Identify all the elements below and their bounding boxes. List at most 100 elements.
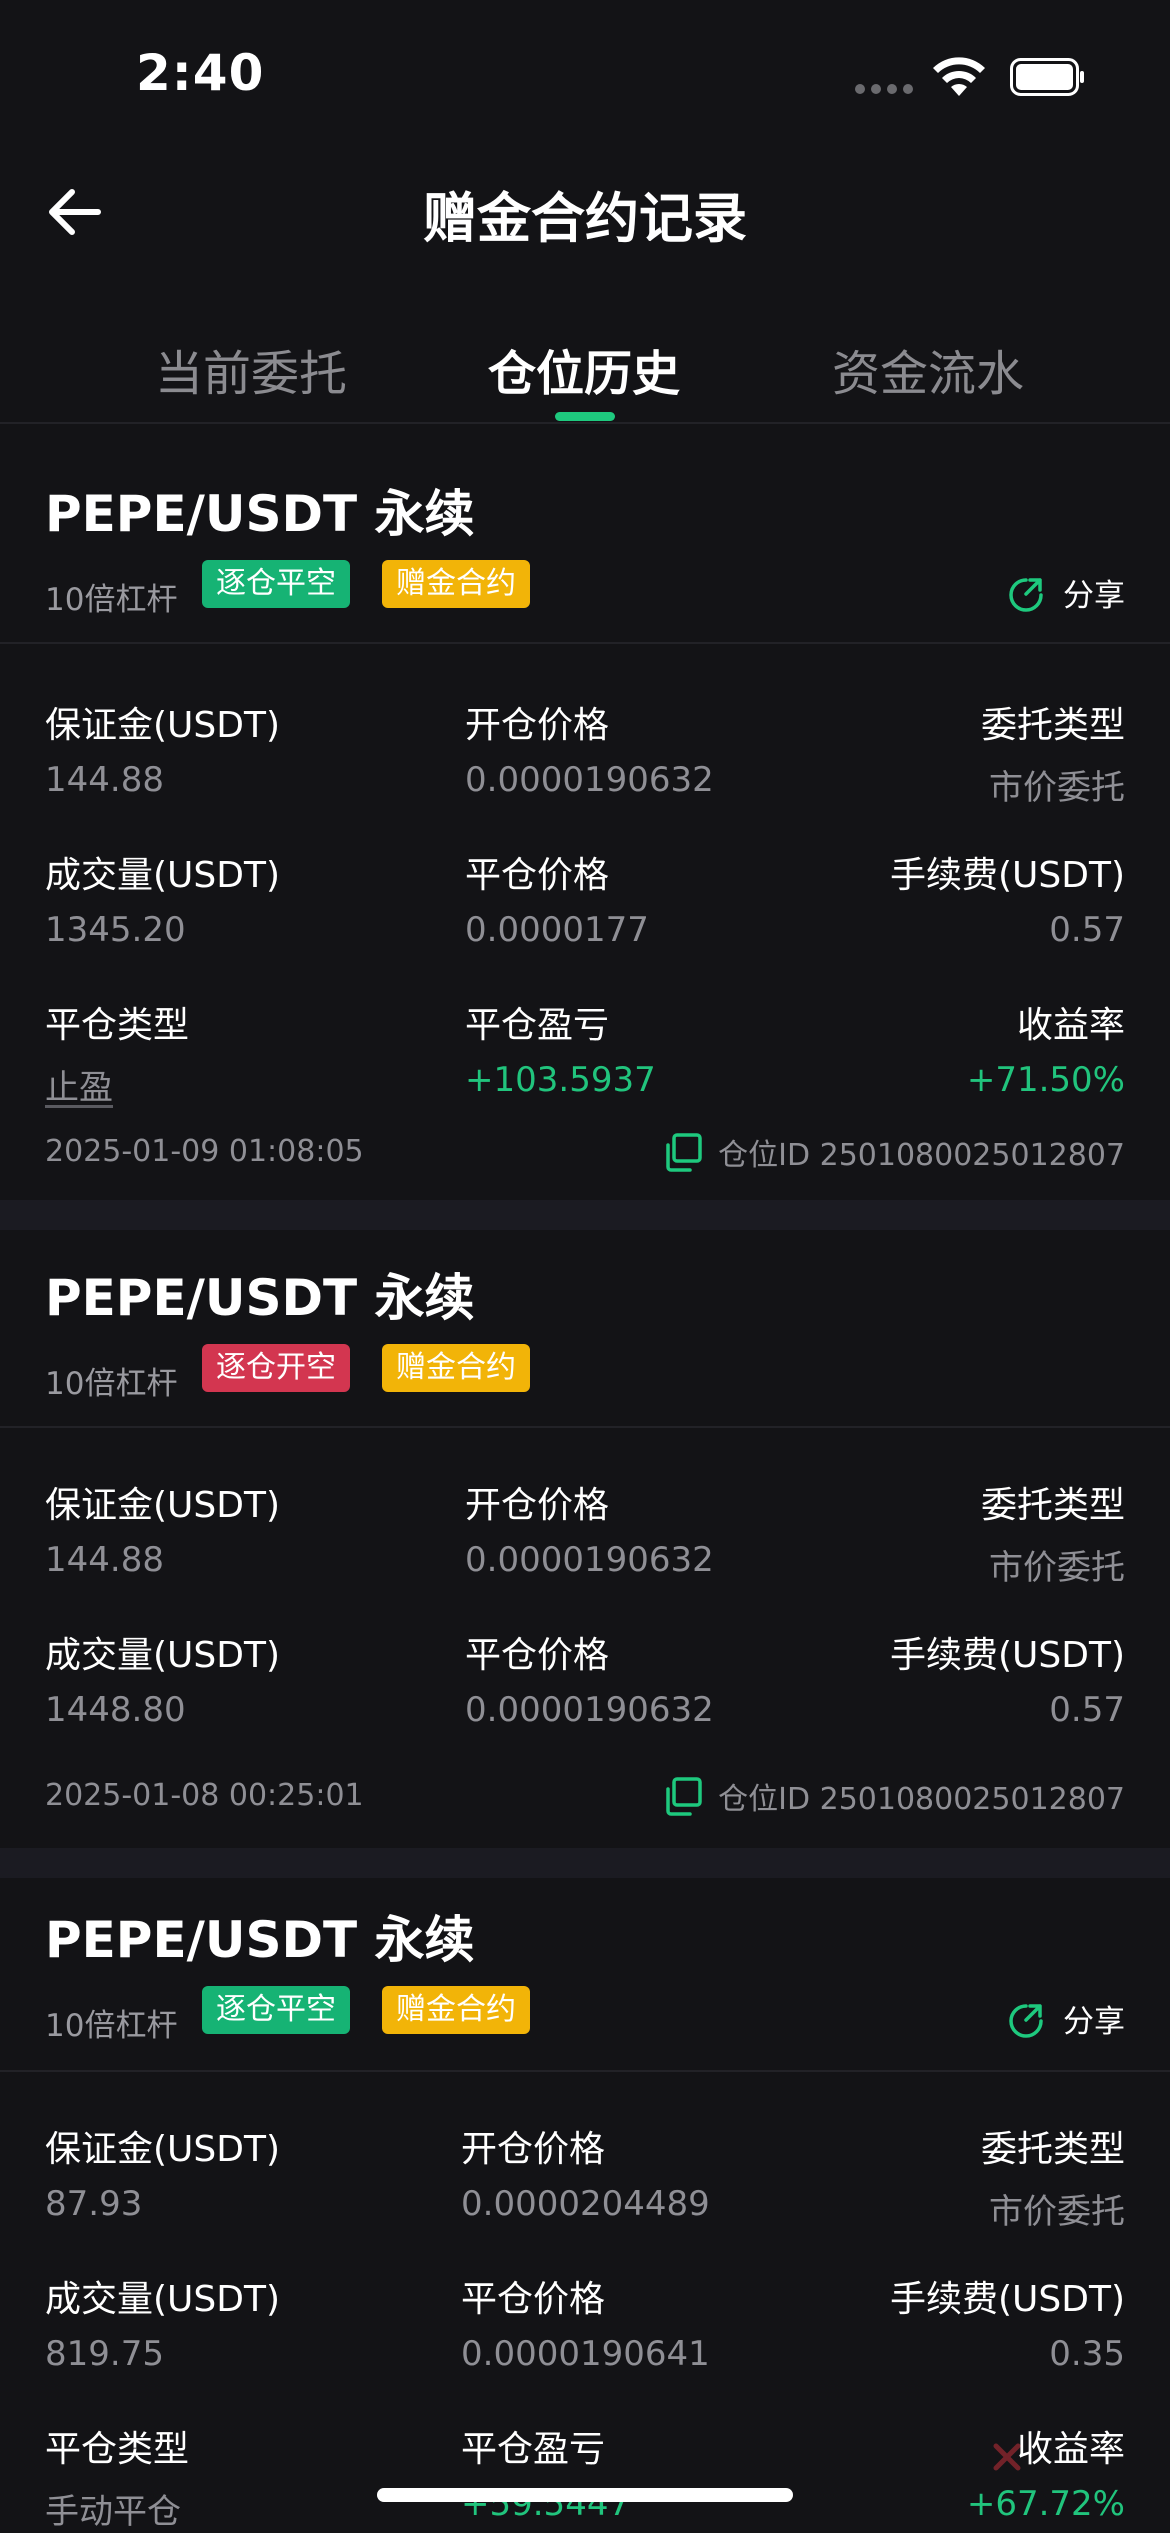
close-type-value[interactable]: 止盈 — [45, 1060, 189, 1109]
volume-label: 成交量(USDT) — [45, 2279, 281, 2320]
order-type-label: 委托类型 — [980, 705, 1125, 746]
share-button[interactable]: 分享 — [1007, 570, 1125, 617]
position-id-row[interactable]: 仓位ID 2501080025012807 — [662, 1130, 1125, 1177]
divider — [0, 1426, 1170, 1428]
volume-value: 1448.80 — [45, 1690, 186, 1730]
open-price-cell: 开仓价格 0.0000204489 — [461, 2120, 710, 2224]
open-price-value: 0.0000190632 — [465, 1540, 714, 1580]
close-price-value: 0.0000190632 — [465, 1690, 714, 1730]
share-button[interactable]: 分享 — [1007, 1996, 1125, 2043]
open-price-cell: 开仓价格 0.0000190632 — [465, 1476, 714, 1580]
order-type-label: 委托类型 — [980, 1485, 1125, 1526]
fee-cell: 手续费(USDT) 0.57 — [890, 846, 1125, 950]
open-price-cell: 开仓价格 0.0000190632 — [465, 696, 714, 800]
leverage-label: 10倍杠杆 — [45, 582, 178, 618]
fee-cell: 手续费(USDT) 0.35 — [890, 2270, 1125, 2374]
tab-current-orders[interactable]: 当前委托 — [155, 334, 347, 404]
close-price-cell: 平仓价格 0.0000177 — [465, 846, 649, 950]
fee-label: 手续费(USDT) — [889, 1635, 1125, 1676]
status-bar: 2:40 — [0, 0, 1170, 150]
fee-label: 手续费(USDT) — [889, 2279, 1125, 2320]
order-type-cell: 委托类型 市价委托 — [981, 696, 1125, 809]
margin-value: 144.88 — [45, 1540, 164, 1580]
position-id-prefix: 仓位ID — [718, 1782, 811, 1817]
card-title: PEPE/USDT 永续 — [45, 1911, 475, 1969]
roi-value: +67.72% — [966, 2484, 1125, 2524]
pnl-label: 平仓盈亏 — [461, 2429, 606, 2470]
cellular-signal-icon — [855, 84, 915, 96]
order-type-cell: 委托类型 市价委托 — [981, 2120, 1125, 2233]
margin-label: 保证金(USDT) — [45, 1485, 281, 1526]
pnl-cell: 平仓盈亏 +59.5447 — [461, 2420, 630, 2524]
nav-bar: 赠金合约记录 — [0, 150, 1170, 270]
order-type-value: 市价委托 — [989, 768, 1125, 808]
roi-cell: 收益率 +71.50% — [967, 996, 1125, 1100]
close-price-label: 平仓价格 — [461, 2279, 606, 2320]
fee-value: 0.35 — [1049, 2334, 1125, 2374]
pnl-cell: 平仓盈亏 +103.5937 — [465, 996, 656, 1100]
bonus-tag: 赠金合约 — [382, 1344, 530, 1392]
copy-icon — [666, 1132, 702, 1172]
order-type-cell: 委托类型 市价委托 — [981, 1476, 1125, 1589]
divider — [0, 2070, 1170, 2072]
close-price-label: 平仓价格 — [465, 855, 610, 896]
order-type-value: 市价委托 — [989, 1548, 1125, 1588]
card-title: PEPE/USDT 永续 — [45, 1269, 475, 1327]
side-tag: 逐仓开空 — [202, 1344, 350, 1392]
close-price-value: 0.0000177 — [465, 910, 649, 950]
close-price-cell: 平仓价格 0.0000190641 — [461, 2270, 710, 2374]
open-price-value: 0.0000190632 — [465, 760, 714, 800]
card-timestamp: 2025-01-08 00:25:01 — [45, 1778, 364, 1813]
margin-cell: 保证金(USDT) 144.88 — [45, 1476, 280, 1580]
card-title: PEPE/USDT 永续 — [45, 485, 475, 543]
fee-label: 手续费(USDT) — [889, 855, 1125, 896]
roi-cell: 收益率 +67.72% — [967, 2420, 1125, 2524]
roi-label: 收益率 — [1016, 2429, 1125, 2470]
bonus-tag: 赠金合约 — [382, 1986, 530, 2034]
volume-cell: 成交量(USDT) 1345.20 — [45, 846, 280, 950]
close-price-value: 0.0000190641 — [461, 2334, 710, 2374]
roi-value: +71.50% — [966, 1060, 1125, 1100]
tab-position-history[interactable]: 仓位历史 — [488, 334, 680, 404]
wifi-icon — [933, 57, 985, 96]
margin-value: 144.88 — [45, 760, 164, 800]
battery-icon — [1010, 58, 1084, 96]
home-indicator[interactable] — [377, 2488, 793, 2502]
fee-cell: 手续费(USDT) 0.57 — [890, 1626, 1125, 1730]
tab-bar: 当前委托 仓位历史 资金流水 — [0, 300, 1170, 424]
position-id-prefix: 仓位ID — [718, 1138, 811, 1173]
close-price-label: 平仓价格 — [465, 1635, 610, 1676]
active-tab-indicator — [555, 412, 615, 421]
margin-label: 保证金(USDT) — [45, 2129, 281, 2170]
open-price-value: 0.0000204489 — [461, 2184, 710, 2224]
side-tag: 逐仓平空 — [202, 1986, 350, 2034]
position-id-value: 2501080025012807 — [819, 1782, 1125, 1817]
close-type-cell: 平仓类型 手动平仓 — [45, 2420, 189, 2533]
margin-cell: 保证金(USDT) 87.93 — [45, 2120, 280, 2224]
position-card: PEPE/USDT 永续 10倍杠杆 逐仓平空 赠金合约 分享 保证金(USDT… — [0, 1878, 1170, 2532]
volume-label: 成交量(USDT) — [45, 1635, 281, 1676]
watermark-logo-icon — [993, 2443, 1021, 2471]
leverage-label: 10倍杠杆 — [45, 2008, 178, 2044]
position-id-row[interactable]: 仓位ID 2501080025012807 — [662, 1774, 1125, 1821]
position-card: PEPE/USDT 永续 10倍杠杆 逐仓开空 赠金合约 保证金(USDT) 1… — [0, 1230, 1170, 1848]
copy-icon — [666, 1776, 702, 1816]
tab-fund-flow[interactable]: 资金流水 — [832, 334, 1024, 404]
divider — [0, 642, 1170, 644]
volume-cell: 成交量(USDT) 819.75 — [45, 2270, 280, 2374]
card-timestamp: 2025-01-09 01:08:05 — [45, 1134, 364, 1169]
pnl-label: 平仓盈亏 — [465, 1005, 610, 1046]
open-price-label: 开仓价格 — [461, 2129, 606, 2170]
status-time: 2:40 — [136, 44, 265, 102]
side-tag: 逐仓平空 — [202, 560, 350, 608]
margin-value: 87.93 — [45, 2184, 143, 2224]
position-id-value: 2501080025012807 — [819, 1138, 1125, 1173]
volume-value: 819.75 — [45, 2334, 164, 2374]
card-separator — [0, 1848, 1170, 1878]
roi-label: 收益率 — [1016, 1005, 1125, 1046]
page-title: 赠金合约记录 — [423, 187, 747, 250]
fee-value: 0.57 — [1049, 910, 1125, 950]
volume-label: 成交量(USDT) — [45, 855, 281, 896]
pnl-value: +103.5937 — [465, 1060, 656, 1100]
position-card: PEPE/USDT 永续 10倍杠杆 逐仓平空 赠金合约 分享 保证金(USDT… — [0, 424, 1170, 1200]
